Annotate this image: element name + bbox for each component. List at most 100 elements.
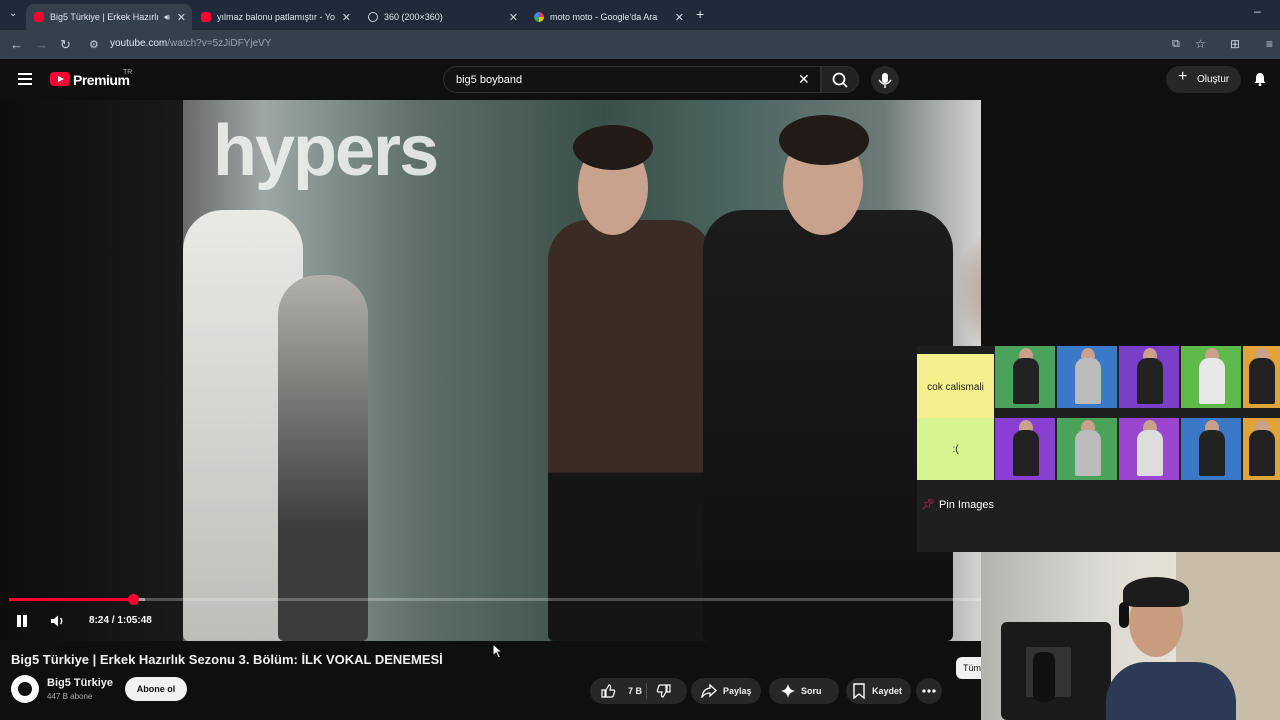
- youtube-logo-icon[interactable]: [50, 72, 70, 86]
- minimize-window-icon[interactable]: –: [1254, 4, 1261, 18]
- neon-sign: hypers: [213, 111, 439, 191]
- site-settings-icon[interactable]: ⚙: [89, 38, 99, 51]
- notifications-bell-icon[interactable]: [1252, 71, 1268, 87]
- bookmark-star-icon[interactable]: ☆: [1195, 37, 1206, 51]
- bookmark-icon: [853, 683, 865, 699]
- close-tab-icon[interactable]: ✕: [342, 11, 351, 24]
- speaker-icon[interactable]: 🔊︎: [164, 12, 170, 23]
- menu-icon[interactable]: ≡: [1266, 37, 1273, 51]
- tab-search-chevron-icon[interactable]: ⌄: [9, 8, 17, 19]
- browser-tab-bar: ⌄ Big5 Türkiye | Erkek Hazırlık 🔊︎ ✕ yıl…: [0, 0, 1280, 30]
- hamburger-menu-icon[interactable]: [18, 73, 32, 85]
- search-input[interactable]: big5 boyband: [443, 66, 821, 93]
- url-host: youtube.com: [110, 38, 168, 49]
- url-field[interactable]: youtube.com/watch?v=5zJiDFYjeVY: [110, 38, 271, 49]
- tab-moto-moto[interactable]: moto moto - Google'da Ara ✕: [526, 4, 690, 30]
- time-display: 8:24 / 1:05:48: [89, 615, 152, 626]
- tier-thumbnail[interactable]: [995, 418, 1055, 480]
- headphone-icon: [1119, 602, 1129, 628]
- back-arrow-icon[interactable]: ←: [10, 37, 23, 52]
- voice-search-button[interactable]: [871, 66, 899, 94]
- webcam-overlay: [981, 552, 1280, 720]
- tier-label[interactable]: cok calismali: [917, 354, 994, 420]
- youtube-header: Premium TR big5 boyband ✕ Oluştur +: [0, 59, 1280, 100]
- subscribe-button[interactable]: Abone ol: [125, 677, 187, 701]
- logo-region: TR: [123, 69, 133, 76]
- save-button[interactable]: Kaydet: [846, 678, 911, 704]
- more-horizontal-icon: [922, 689, 936, 693]
- cast-icon[interactable]: ⧉: [1172, 38, 1180, 51]
- person-hair: [779, 115, 869, 165]
- tier-thumbnail[interactable]: [1119, 418, 1179, 480]
- url-path: /watch?v=5zJiDFYjeVY: [167, 38, 272, 49]
- share-arrow-icon: [701, 684, 717, 698]
- tab-360[interactable]: 360 (200×360) ✕: [360, 4, 524, 30]
- new-tab-button[interactable]: +: [696, 6, 704, 22]
- microphone-icon: [1033, 652, 1055, 702]
- volume-icon[interactable]: [50, 614, 66, 628]
- person-black-hoodie: [703, 210, 953, 641]
- like-dislike-group: 7 B: [590, 678, 687, 704]
- tier-thumbnail[interactable]: [1181, 418, 1241, 480]
- reload-icon[interactable]: ↻: [60, 37, 71, 53]
- clear-search-icon[interactable]: ✕: [798, 71, 810, 88]
- save-label: Kaydet: [872, 686, 903, 696]
- person-hair: [573, 125, 653, 170]
- player-dark-margin: [0, 100, 183, 641]
- ask-label: Soru: [801, 686, 822, 696]
- forward-arrow-icon[interactable]: →: [35, 37, 48, 52]
- pause-icon[interactable]: [16, 615, 28, 627]
- person-brown-shirt: [548, 220, 713, 641]
- tier-thumbnail[interactable]: [1243, 418, 1280, 480]
- pin-images-label: Pin Images: [938, 499, 994, 511]
- plus-icon: +: [1178, 68, 1188, 85]
- subscriber-count: 447 B abone: [47, 692, 93, 701]
- thumbs-up-icon: [601, 684, 616, 698]
- close-tab-icon[interactable]: ✕: [509, 11, 518, 24]
- pin-images-button[interactable]: 📌︎ Pin Images: [921, 498, 994, 511]
- search-icon: [832, 72, 848, 88]
- like-divider: [646, 683, 647, 699]
- tier-thumbnail[interactable]: [1119, 346, 1179, 408]
- channel-avatar[interactable]: [11, 675, 39, 703]
- sparkle-icon: [781, 684, 795, 698]
- close-tab-icon[interactable]: ✕: [675, 11, 684, 24]
- tab-title: yılmaz balonu patlamıştır - You: [217, 12, 335, 22]
- youtube-icon: [34, 12, 44, 22]
- search-button[interactable]: [821, 66, 859, 93]
- video-player[interactable]: hypers: [0, 100, 981, 641]
- video-frame[interactable]: hypers: [183, 100, 981, 641]
- mouse-cursor-icon: [492, 643, 504, 659]
- progress-bar[interactable]: [9, 594, 981, 605]
- tier-label[interactable]: :(: [917, 418, 994, 480]
- microphone-icon: [878, 73, 892, 88]
- tab-big5[interactable]: Big5 Türkiye | Erkek Hazırlık 🔊︎ ✕: [26, 4, 192, 30]
- tab-title: 360 (200×360): [384, 12, 443, 22]
- bottom-strip: [0, 712, 981, 720]
- webcam-person-body: [1106, 662, 1236, 720]
- ask-button[interactable]: Soru: [769, 678, 839, 704]
- progress-played: [9, 598, 134, 601]
- tier-list-overlay[interactable]: cok calismali :( 📌︎ Pin Images: [917, 346, 1280, 552]
- tab-yilmaz[interactable]: yılmaz balonu patlamıştır - You ✕: [193, 4, 357, 30]
- share-button[interactable]: Paylaş: [691, 678, 761, 704]
- tier-thumbnail[interactable]: [1181, 346, 1241, 408]
- address-bar: ← → ↻ ⚙ youtube.com/watch?v=5zJiDFYjeVY …: [0, 30, 1280, 59]
- close-tab-icon[interactable]: ✕: [177, 11, 186, 24]
- share-label: Paylaş: [723, 686, 752, 696]
- tab-title: moto moto - Google'da Ara: [550, 12, 658, 22]
- person-background: [278, 275, 368, 641]
- filter-chip-all[interactable]: Tüm: [956, 657, 981, 679]
- tier-thumbnail[interactable]: [1243, 346, 1280, 408]
- tier-thumbnail[interactable]: [1057, 418, 1117, 480]
- like-button[interactable]: 7 B: [600, 683, 642, 699]
- tier-thumbnail[interactable]: [1057, 346, 1117, 408]
- tier-thumbnail[interactable]: [995, 346, 1055, 408]
- channel-name[interactable]: Big5 Türkiye: [47, 677, 113, 689]
- more-actions-button[interactable]: [916, 678, 942, 704]
- pin-icon: 📌︎: [921, 499, 935, 511]
- like-count: 7 B: [628, 686, 643, 696]
- logo-text[interactable]: Premium: [73, 72, 130, 88]
- extensions-icon[interactable]: ⊞: [1230, 37, 1240, 51]
- dislike-button[interactable]: [656, 683, 678, 701]
